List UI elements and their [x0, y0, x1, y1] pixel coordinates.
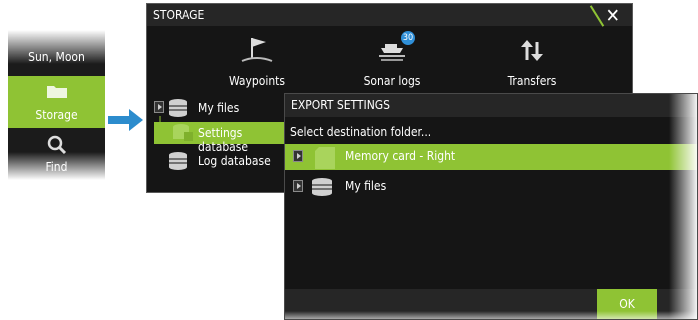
log-database-label: Log database: [198, 154, 271, 168]
find-label: Find: [45, 160, 68, 174]
category-transfers[interactable]: Transfers: [482, 26, 582, 92]
export-footer: OK: [285, 289, 697, 319]
tree-item-settings-database[interactable]: Settings database: [154, 122, 294, 154]
tree-item-my-files[interactable]: My files: [154, 97, 294, 119]
storage-title: STORAGE: [153, 8, 205, 22]
memory-card-label: Memory card - Right: [345, 149, 456, 163]
waypoints-label: Waypoints: [228, 74, 286, 88]
side-menu-item-sun-moon[interactable]: Sun, Moon: [8, 30, 105, 74]
database-lock-icon: [173, 124, 193, 141]
side-menu-item-storage[interactable]: Storage: [8, 76, 105, 128]
waypoint-flag-icon: [241, 38, 273, 62]
side-menu: Sun, Moon Storage Find: [8, 30, 105, 180]
sonar-logs-label: Sonar logs: [363, 74, 421, 88]
sonar-logs-badge: 30: [401, 31, 415, 45]
database-icon: [312, 178, 332, 196]
folder-icon: [47, 86, 67, 98]
folder-item-my-files[interactable]: My files: [285, 174, 697, 200]
storage-header: STORAGE ✕: [147, 4, 632, 27]
storage-label: Storage: [35, 108, 78, 122]
header-accent: [589, 5, 605, 27]
fade-right: [669, 94, 697, 319]
folder-item-memory-card[interactable]: Memory card - Right: [285, 144, 697, 170]
arrow-right-icon: [108, 109, 143, 131]
sun-moon-label: Sun, Moon: [28, 50, 85, 64]
category-sonar-logs[interactable]: 30 Sonar logs: [337, 26, 447, 92]
transfer-arrows-icon: [521, 40, 543, 61]
my-files-label: My files: [345, 179, 387, 193]
ok-button[interactable]: OK: [597, 289, 657, 319]
export-title: EXPORT SETTINGS: [291, 98, 390, 112]
expand-icon[interactable]: [293, 180, 303, 192]
tree-item-log-database[interactable]: Log database: [154, 150, 294, 172]
export-settings-dialog: EXPORT SETTINGS Select destination folde…: [284, 93, 698, 320]
database-icon: [169, 152, 187, 170]
destination-prompt: Select destination folder...: [290, 125, 432, 139]
magnifier-icon: [47, 135, 67, 155]
side-menu-item-find[interactable]: Find: [8, 130, 105, 180]
database-icon: [169, 99, 187, 117]
expand-icon[interactable]: [154, 101, 164, 113]
memory-card-icon: [315, 147, 335, 169]
transfers-label: Transfers: [507, 74, 557, 88]
close-icon[interactable]: ✕: [606, 5, 620, 27]
category-waypoints[interactable]: Waypoints: [207, 26, 307, 92]
my-files-label: My files: [198, 101, 240, 115]
expand-icon[interactable]: [293, 150, 303, 162]
export-header: EXPORT SETTINGS: [285, 94, 697, 117]
